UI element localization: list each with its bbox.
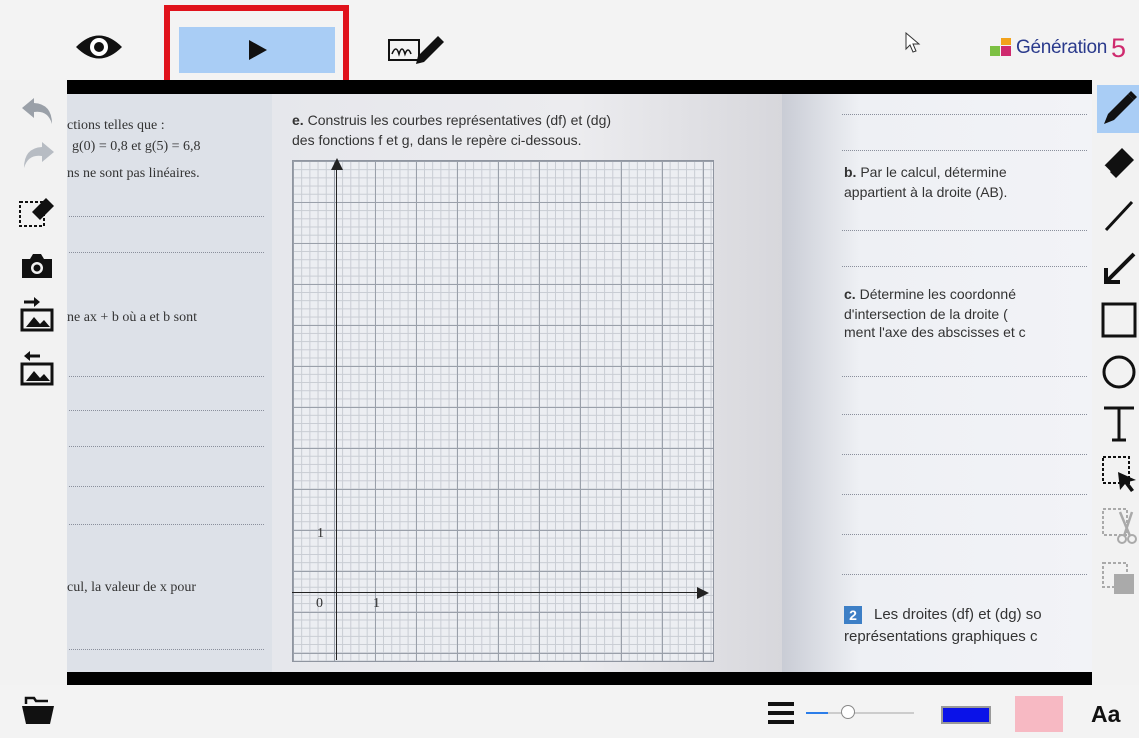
rectangle-icon[interactable]	[1100, 300, 1138, 345]
left-page: ctions telles que : g(0) = 0,8 et g(5) =…	[67, 94, 272, 672]
exercise-c-text: Détermine les coordonné	[859, 286, 1016, 302]
exercise-b-line2: appartient à la droite (AB).	[844, 184, 1008, 200]
dotted-line	[842, 114, 1087, 115]
dotted-line	[69, 376, 264, 377]
left-line-4: ne ax + b où a et b sont	[67, 310, 197, 325]
open-folder-icon[interactable]	[20, 694, 56, 731]
exercise-b-label: b.	[844, 164, 857, 180]
exercise-b-text: Par le calcul, détermine	[860, 164, 1007, 180]
graph-grid	[292, 160, 714, 662]
exercise-c-line3: ment l'axe des abscisses et c	[844, 324, 1026, 340]
exercise-c-line1: c. Détermine les coordonné	[844, 286, 1016, 302]
exercise-e-label: e.	[292, 112, 304, 128]
right-page: b. Par le calcul, détermine appartient à…	[782, 94, 1092, 672]
eye-icon[interactable]	[74, 30, 124, 69]
logo-mark-icon	[990, 38, 1011, 56]
logo-number: 5	[1111, 32, 1127, 63]
fill-color-swatch[interactable]	[1015, 696, 1063, 732]
dotted-line	[842, 454, 1087, 455]
logo-text: Génération	[1016, 37, 1108, 58]
dotted-line	[842, 150, 1087, 151]
play-button-highlight	[164, 5, 349, 89]
dotted-line	[842, 266, 1087, 267]
dotted-line	[69, 216, 264, 217]
exercise-2-line2: représentations graphiques c	[844, 628, 1038, 645]
undo-icon[interactable]	[20, 96, 56, 131]
line-thickness-icon[interactable]	[768, 700, 796, 733]
export-image-icon[interactable]	[20, 350, 54, 391]
copy-icon[interactable]	[1100, 560, 1138, 605]
dotted-line	[69, 410, 264, 411]
dotted-line	[842, 494, 1087, 495]
origin-label: 0	[316, 596, 323, 611]
slider-knob[interactable]	[840, 705, 855, 719]
exercise-e-heading: e. Construis les courbes représentatives…	[292, 112, 611, 128]
left-line-5: cul, la valeur de x pour	[67, 580, 197, 595]
left-line-2: g(0) = 0,8 et g(5) = 6,8	[72, 139, 201, 154]
exercise-b-line1: b. Par le calcul, détermine	[844, 164, 1007, 180]
dotted-line	[842, 534, 1087, 535]
exercise-2-number: 2	[844, 606, 862, 624]
dotted-line	[69, 486, 264, 487]
y-axis-arrow-icon	[331, 158, 343, 170]
document-view: ctions telles que : g(0) = 0,8 et g(5) =…	[67, 80, 1092, 685]
redo-icon[interactable]	[20, 140, 56, 175]
y-tick-label: 1	[317, 526, 324, 541]
graph-x-axis	[292, 592, 707, 593]
circle-icon[interactable]	[1100, 352, 1138, 397]
dotted-line	[69, 524, 264, 525]
exercise-c-line2: d'intersection de la droite (	[844, 306, 1008, 322]
thickness-slider[interactable]	[806, 703, 914, 723]
dotted-line	[69, 649, 264, 650]
line-icon[interactable]	[1100, 196, 1138, 241]
pen-icon[interactable]	[1100, 88, 1138, 133]
graph-y-axis	[336, 160, 337, 660]
mouse-cursor-icon	[905, 31, 921, 59]
font-button[interactable]: Aa	[1091, 701, 1120, 728]
cut-icon[interactable]	[1100, 506, 1138, 551]
generation5-logo: Génération 5	[990, 32, 1126, 64]
selection-icon[interactable]	[1100, 454, 1138, 499]
import-image-icon[interactable]	[20, 296, 54, 337]
dotted-line	[842, 376, 1087, 377]
arrow-icon[interactable]	[1100, 248, 1138, 293]
dotted-line	[842, 414, 1087, 415]
dotted-line	[842, 574, 1087, 575]
signature-icon[interactable]	[388, 32, 446, 69]
left-line-1: ctions telles que :	[67, 118, 165, 133]
exercise-c-label: c.	[844, 286, 856, 302]
x-tick-label: 1	[373, 596, 380, 611]
exercise-e-line2: des fonctions f et g, dans le repère ci-…	[292, 132, 582, 148]
stroke-color-swatch[interactable]	[941, 706, 991, 724]
text-icon[interactable]	[1100, 404, 1138, 449]
dotted-line	[69, 252, 264, 253]
x-axis-arrow-icon	[697, 587, 709, 599]
camera-icon[interactable]	[20, 252, 54, 285]
clear-annotations-icon[interactable]	[18, 194, 56, 235]
exercise-e-line1: Construis les courbes représentatives (d…	[307, 112, 612, 128]
eraser-icon[interactable]	[1100, 142, 1138, 187]
left-line-3: ns ne sont pas linéaires.	[67, 166, 200, 181]
dotted-line	[69, 446, 264, 447]
dotted-line	[842, 230, 1087, 231]
exercise-2-line1: Les droites (df) et (dg) so	[874, 606, 1042, 623]
